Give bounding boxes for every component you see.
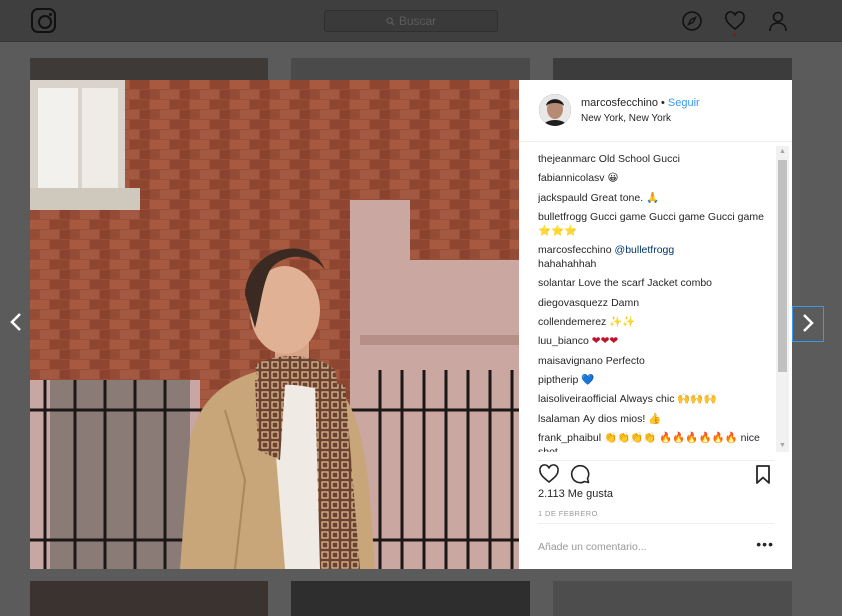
comment-username[interactable]: laisoliveiraofficial	[538, 393, 617, 405]
person-icon[interactable]	[767, 10, 789, 32]
post-actions	[538, 460, 774, 486]
post-side-panel: marcosfecchino • Seguir New York, New York…	[519, 80, 792, 569]
next-post-arrow[interactable]	[792, 306, 824, 342]
comment-username[interactable]: maisavignano	[538, 355, 603, 367]
comment-text: hahahahhah	[538, 258, 597, 271]
comment-username[interactable]: marcosfecchino	[538, 244, 612, 256]
comment-username[interactable]: jackspauld	[538, 192, 588, 204]
post-header: marcosfecchino • Seguir New York, New York	[519, 80, 792, 142]
list-item: collendemerez ✨✨	[538, 315, 774, 329]
comment-scrollbar[interactable]: ▲ ▼	[776, 146, 789, 452]
list-item: diegovasquezz Damn	[538, 296, 774, 310]
comment-username[interactable]: diegovasquezz	[538, 297, 608, 309]
notification-dot	[733, 33, 736, 36]
search-icon	[386, 12, 395, 32]
grid-tile[interactable]	[553, 58, 792, 80]
comment-text: ✨✨	[609, 316, 636, 329]
list-item: luu_bianco ❤❤❤	[538, 334, 774, 348]
list-item: solantar Love the scarf Jacket combo	[538, 276, 774, 290]
list-item: jackspauld Great tone. 🙏	[538, 191, 774, 205]
post-date: 1 DE FEBRERO	[538, 509, 598, 518]
comment-list[interactable]: thejeanmarc Old School Gucci fabiannicola…	[538, 152, 774, 452]
grid-tile[interactable]	[30, 581, 268, 616]
instagram-logo[interactable]	[31, 8, 56, 33]
compass-icon[interactable]	[681, 10, 703, 32]
comment-text: Old School Gucci	[598, 153, 680, 165]
comment-username[interactable]: solantar	[538, 277, 575, 289]
post-photo[interactable]	[30, 80, 519, 569]
comment-username[interactable]: collendemerez	[538, 316, 606, 328]
comment-text: Great tone. 🙏	[590, 191, 660, 204]
comment-text: Love the scarf Jacket combo	[578, 277, 713, 290]
more-options-icon[interactable]: •••	[756, 536, 774, 552]
post-location[interactable]: New York, New York	[581, 113, 671, 124]
list-item: marcosfecchino @bulletfrogg hahahahhah	[538, 243, 774, 271]
comment-bubble-icon[interactable]	[569, 463, 591, 485]
comment-text: ❤❤❤	[591, 335, 619, 348]
comment-text: Perfecto	[605, 354, 645, 367]
comment-username[interactable]: lsalaman	[538, 413, 580, 425]
top-navigation-bar: Buscar	[0, 0, 842, 42]
author-username[interactable]: marcosfecchino	[581, 97, 658, 109]
comment-text: Damn	[611, 296, 640, 309]
comment-text: 💙	[581, 373, 595, 386]
grid-tile[interactable]	[553, 581, 792, 616]
bookmark-icon[interactable]	[752, 463, 774, 485]
search-input[interactable]: Buscar	[324, 10, 498, 32]
comment-mention[interactable]: @bulletfrogg	[615, 244, 675, 256]
previous-post-arrow[interactable]	[0, 306, 32, 342]
scroll-up-icon[interactable]: ▲	[776, 146, 789, 158]
scrollbar-thumb[interactable]	[778, 160, 787, 372]
grid-tile[interactable]	[30, 58, 268, 80]
grid-tile[interactable]	[291, 581, 530, 616]
add-comment-field[interactable]: Añade un comentario... •••	[538, 523, 774, 565]
comment-username[interactable]: thejeanmarc	[538, 153, 596, 165]
post-modal: marcosfecchino • Seguir New York, New York…	[30, 80, 792, 569]
list-item: thejeanmarc Old School Gucci	[538, 152, 774, 166]
follow-button[interactable]: Seguir	[668, 97, 700, 109]
list-item: maisavignano Perfecto	[538, 354, 774, 368]
heart-icon[interactable]	[724, 10, 746, 32]
list-item: lsalaman Ay dios mios! 👍	[538, 412, 774, 426]
separator-dot: •	[661, 97, 665, 109]
comment-input[interactable]: Añade un comentario...	[538, 541, 647, 553]
comment-username[interactable]: fabiannicolasv	[538, 172, 605, 184]
list-item: fabiannicolasv 😀	[538, 171, 774, 185]
likes-count[interactable]: 2.113 Me gusta	[538, 488, 613, 500]
comment-text: Ay dios mios! 👍	[583, 412, 662, 425]
avatar[interactable]	[539, 94, 571, 126]
comment-username[interactable]: bulletfrogg	[538, 211, 587, 223]
like-heart-icon[interactable]	[538, 463, 560, 485]
list-item: laisoliveiraofficial Always chic 🙌🙌🙌	[538, 392, 774, 406]
comment-username[interactable]: piptherip	[538, 374, 578, 386]
scroll-down-icon[interactable]: ▼	[776, 440, 789, 452]
post-author: marcosfecchino • Seguir	[581, 97, 700, 109]
comment-username[interactable]: frank_phaibul	[538, 432, 601, 444]
list-item: frank_phaibul 👏👏👏👏 🔥🔥🔥🔥🔥🔥 nice shot	[538, 431, 774, 452]
comment-username[interactable]: luu_bianco	[538, 335, 589, 347]
comment-text: 😀	[607, 172, 619, 185]
comment-text: Always chic 🙌🙌🙌	[619, 393, 717, 406]
search-placeholder: Buscar	[398, 14, 437, 28]
list-item: piptherip 💙	[538, 373, 774, 387]
grid-tile[interactable]	[291, 58, 530, 80]
list-item: bulletfrogg Gucci game Gucci game Gucci g…	[538, 210, 774, 238]
